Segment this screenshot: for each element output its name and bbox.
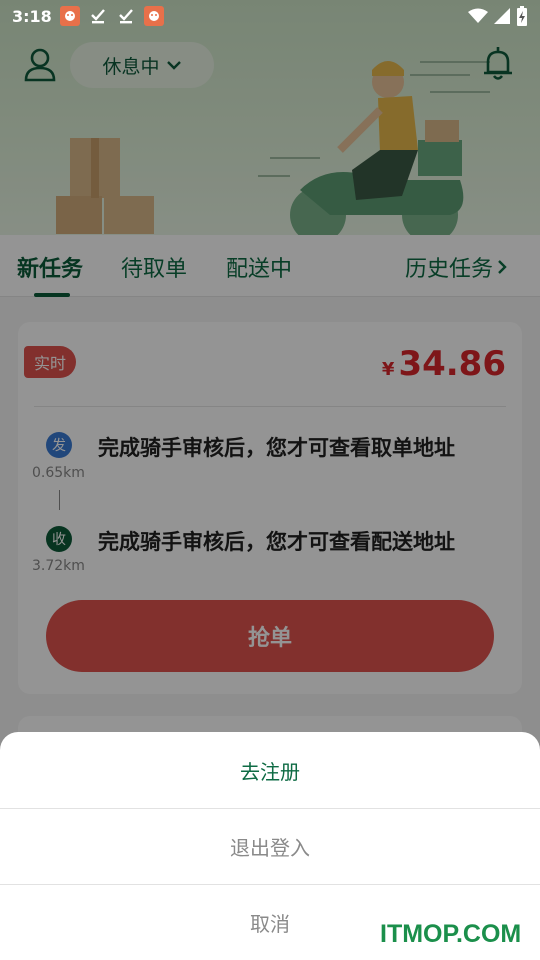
download-done-icon xyxy=(88,6,108,26)
battery-icon xyxy=(517,6,527,26)
download-done-icon xyxy=(116,6,136,26)
watermark: ITMOP.COM xyxy=(380,920,522,948)
app-notification-icon xyxy=(59,6,80,26)
register-button[interactable]: 去注册 xyxy=(0,732,540,808)
signal-icon xyxy=(494,8,510,24)
status-bar: 3:18 xyxy=(0,0,540,32)
wifi-icon xyxy=(468,8,488,23)
logout-button[interactable]: 退出登入 xyxy=(0,808,540,884)
status-time: 3:18 xyxy=(12,6,52,26)
status-bar-right xyxy=(468,6,528,26)
app-notification-icon xyxy=(143,6,164,26)
